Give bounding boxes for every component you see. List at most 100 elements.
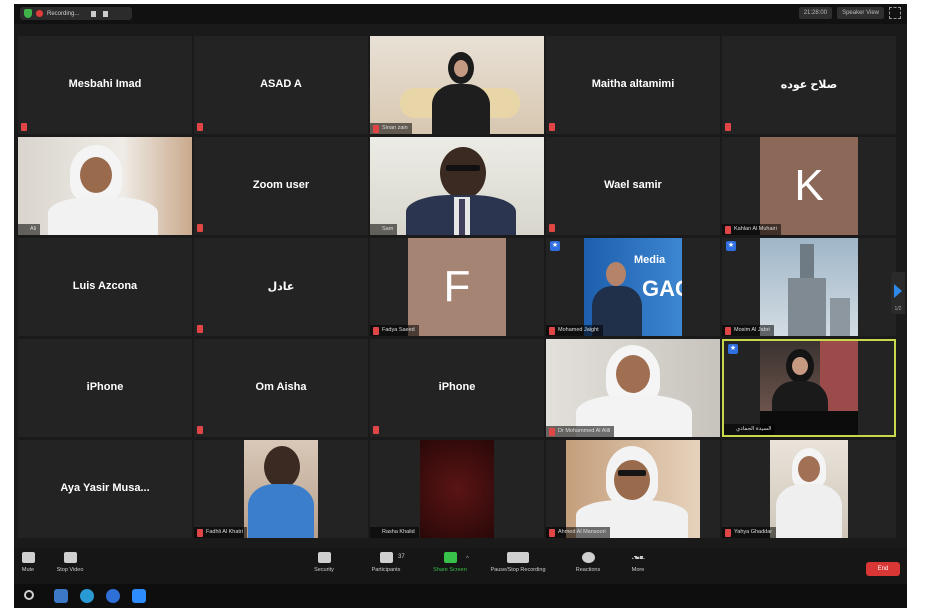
participant-name: ASAD A: [260, 78, 302, 90]
glasses: [446, 165, 480, 171]
participant-video-tile[interactable]: Sinan zain: [370, 36, 544, 134]
participant-tile[interactable]: Zoom user: [194, 137, 368, 235]
share-screen-button[interactable]: Share Screen: [422, 552, 478, 573]
video-feed: [566, 440, 700, 538]
stop-video-button[interactable]: Stop Video: [42, 552, 98, 573]
participant-avatar: F: [408, 238, 506, 336]
shield-icon: [317, 552, 331, 563]
video-feed: [546, 339, 720, 437]
participant-tile[interactable]: Wael samir: [546, 137, 720, 235]
participant-tile[interactable]: iPhone: [370, 339, 544, 437]
participant-name-tag: Dr Mohammed Al Alili: [546, 426, 615, 437]
stop-recording-icon[interactable]: [103, 10, 109, 17]
participant-tile[interactable]: ASAD A: [194, 36, 368, 134]
participant-name: Wael samir: [604, 179, 662, 191]
next-page-button[interactable]: 1/2: [891, 272, 905, 314]
participant-tile[interactable]: Luis Azcona: [18, 238, 192, 336]
participant-name-tag: Mosim Al Jabri: [722, 325, 774, 336]
participant-name: Aya Yasir Musa...: [60, 482, 150, 494]
glasses: [618, 470, 646, 476]
muted-mic-icon: [549, 123, 555, 131]
edge-browser-icon[interactable]: [80, 589, 94, 603]
video-feed: [370, 137, 544, 235]
muted-mic-icon: [21, 123, 27, 131]
pause-recording-button[interactable]: Pause/Stop Recording: [490, 552, 546, 573]
participant-name: صلاح عوده: [780, 79, 838, 91]
participant-tile[interactable]: عادل: [194, 238, 368, 336]
record-dot-icon: [36, 10, 43, 17]
participant-tile[interactable]: iPhone: [18, 339, 192, 437]
participant-video-tile[interactable]: ★ Mosim Al Jabri: [722, 238, 896, 336]
smiley-icon: [581, 552, 595, 563]
pause-recording-icon[interactable]: [91, 10, 97, 17]
os-taskbar: [14, 584, 907, 608]
participants-button[interactable]: Participants: [358, 552, 414, 573]
view-controls: 21:28:00 Speaker View: [798, 7, 901, 19]
video-feed: Media GAC: [584, 238, 682, 336]
active-speaker-tile[interactable]: ★ السيدة الحمادي: [722, 339, 896, 437]
muted-mic-icon: [373, 327, 379, 335]
participant-name: Luis Azcona: [72, 280, 138, 292]
chevron-up-icon[interactable]: ^: [466, 556, 469, 562]
video-feed: [18, 137, 192, 235]
video-feed: [244, 440, 318, 538]
muted-mic-icon: [725, 123, 731, 131]
participant-avatar: K: [760, 137, 858, 235]
video-feed: [420, 440, 494, 538]
reactions-button[interactable]: Reactions: [560, 552, 616, 573]
participant-tile[interactable]: صلاح عوده: [722, 36, 896, 134]
participant-name-tag: السيدة الحمادي: [724, 424, 776, 435]
muted-mic-icon: [373, 125, 379, 133]
meeting-toolbar: Mute Stop Video Security Participants 37…: [14, 548, 907, 584]
participant-video-tile[interactable]: Sam: [370, 137, 544, 235]
participant-name: Maitha altamimi: [591, 78, 675, 90]
participant-name: عادل: [267, 281, 295, 293]
participant-name-tag: Fadya Saeed: [370, 325, 419, 336]
file-explorer-icon[interactable]: [54, 589, 68, 603]
speaker-view-button[interactable]: Speaker View: [837, 7, 884, 19]
video-feed: [760, 238, 858, 336]
fullscreen-icon[interactable]: [889, 7, 901, 19]
participant-name-tag: Sam: [370, 224, 398, 235]
search-icon[interactable]: [24, 590, 34, 600]
muted-mic-icon: [549, 428, 555, 436]
muted-mic-icon: [197, 224, 203, 232]
participant-name: Mesbahi Imad: [68, 78, 142, 90]
participant-avatar-tile[interactable]: F Fadya Saeed: [370, 238, 544, 336]
muted-mic-icon: [197, 529, 203, 537]
participant-tile[interactable]: Om Aisha: [194, 339, 368, 437]
participant-video-tile[interactable]: Ahmed Al Mansoori: [546, 440, 720, 538]
participant-avatar-tile[interactable]: K Kahlan Al Muhairi: [722, 137, 896, 235]
muted-mic-icon: [725, 327, 731, 335]
pin-icon: ★: [550, 241, 560, 251]
participant-video-tile[interactable]: Dr Mohammed Al Alili: [546, 339, 720, 437]
muted-mic-icon: [725, 529, 731, 537]
chevron-right-icon: [894, 284, 902, 298]
recording-indicator[interactable]: Recording...: [20, 7, 132, 20]
pause-stop-icon: [507, 552, 529, 563]
pin-icon: ★: [728, 344, 738, 354]
participant-tile[interactable]: Aya Yasir Musa...: [18, 440, 192, 538]
muted-mic-icon: [197, 426, 203, 434]
participant-video-tile[interactable]: ★ Media GAC Mohamed Jaight: [546, 238, 720, 336]
participant-tile[interactable]: Mesbahi Imad: [18, 36, 192, 134]
muted-mic-icon: [725, 226, 731, 234]
security-button[interactable]: Security: [296, 552, 352, 573]
participant-name-tag: Fadhli Al Khatri: [194, 527, 247, 538]
participant-video-tile[interactable]: Ali: [18, 137, 192, 235]
participant-video-tile[interactable]: Rasha Khalid: [370, 440, 544, 538]
video-feed: [370, 36, 544, 134]
more-button[interactable]: More: [610, 552, 666, 573]
end-meeting-button[interactable]: End: [866, 562, 900, 576]
participant-name-tag: Yahya Ghaddar: [722, 527, 777, 538]
participant-name-tag: Kahlan Al Muhairi: [722, 224, 781, 235]
muted-mic-icon: [197, 325, 203, 333]
participant-video-tile[interactable]: Yahya Ghaddar: [722, 440, 896, 538]
participant-tile[interactable]: Maitha altamimi: [546, 36, 720, 134]
chrome-icon[interactable]: [106, 589, 120, 603]
zoom-app-icon[interactable]: [132, 589, 146, 603]
participant-name-tag: Rasha Khalid: [370, 527, 419, 538]
participant-video-tile[interactable]: Fadhli Al Khatri: [194, 440, 368, 538]
gallery-grid: Mesbahi Imad ASAD A Sinan zain Maitha al…: [18, 36, 896, 541]
muted-mic-icon: [373, 426, 379, 434]
